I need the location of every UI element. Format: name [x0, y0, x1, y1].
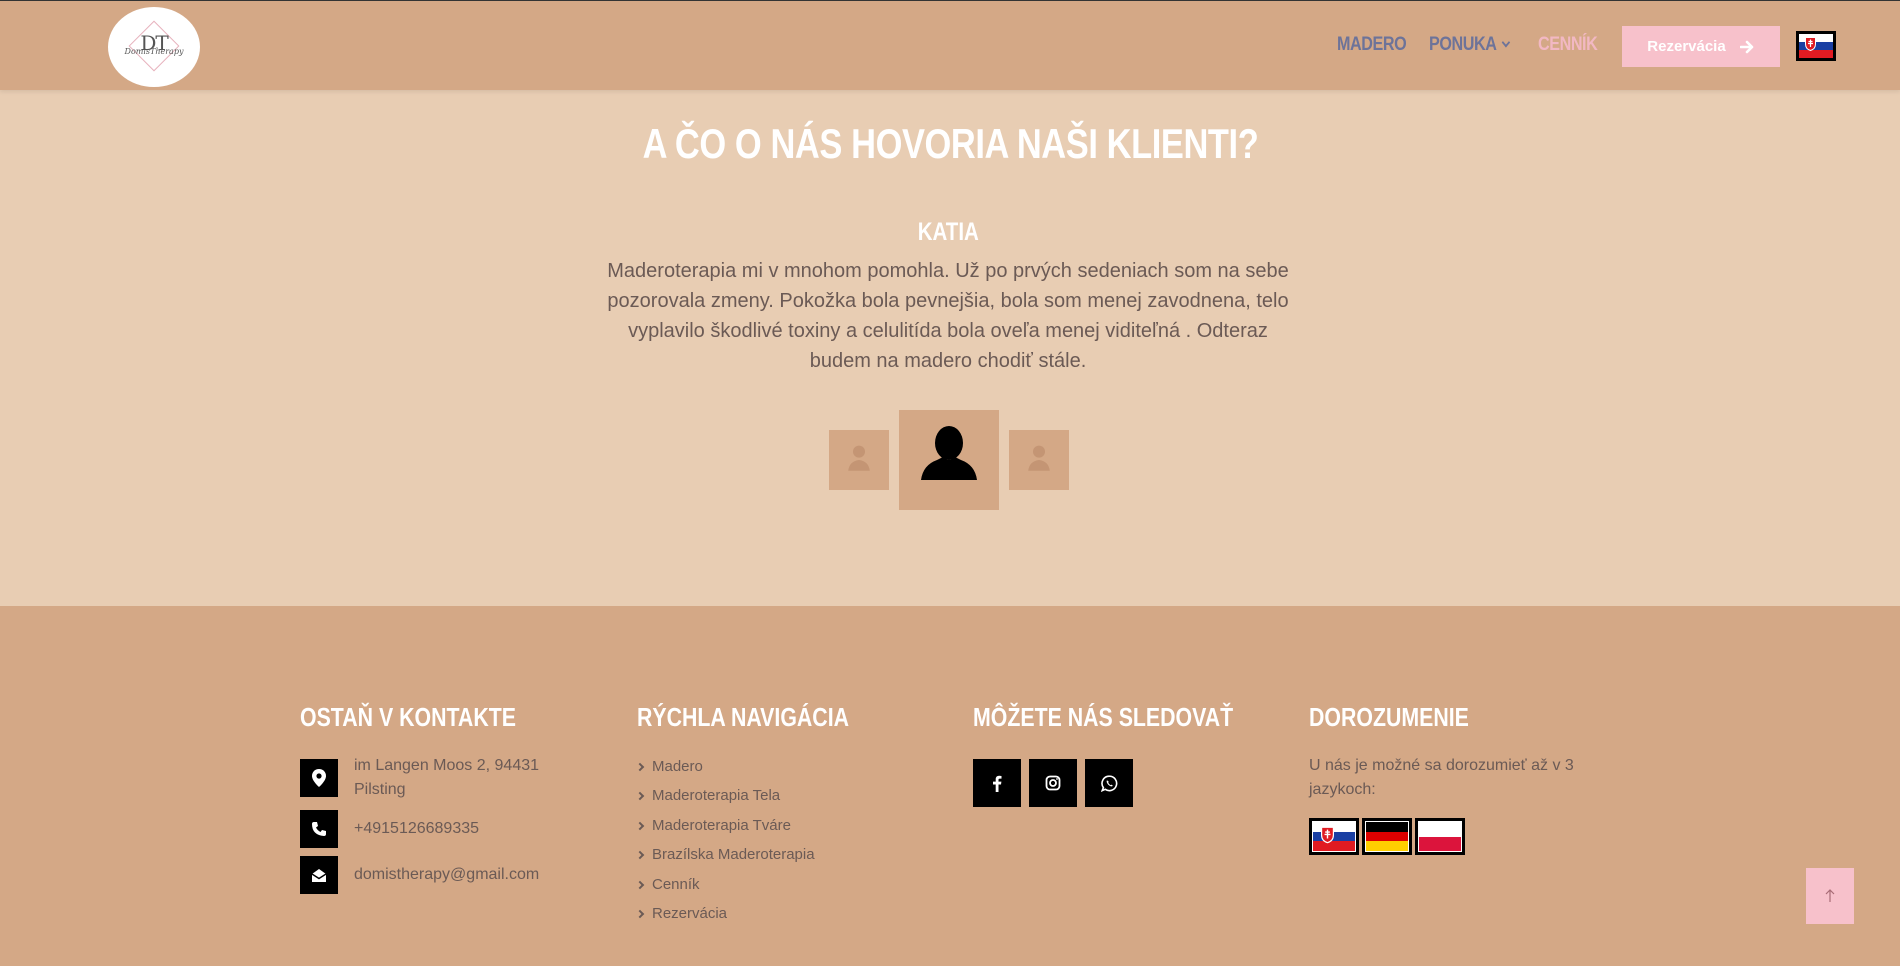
- coat-of-arms-icon: [1321, 826, 1334, 844]
- languages-text: U nás je možné sa dorozumieť až v 3 jazy…: [1309, 757, 1574, 798]
- reservation-button-label: Rezervácia: [1647, 38, 1726, 55]
- nav-item-cennik[interactable]: CENNÍK: [1538, 34, 1598, 56]
- phone-icon[interactable]: [300, 810, 338, 848]
- slovak-flag-icon[interactable]: [1796, 31, 1836, 61]
- testimonial-avatar-active[interactable]: [899, 410, 999, 510]
- testimonials-title: A ČO O NÁS HOVORIA NAŠI KLIENTI?: [642, 120, 1258, 167]
- footer-link-rezervacia[interactable]: Rezervácia: [635, 905, 727, 922]
- chevron-right-icon: [635, 821, 645, 831]
- testimonial-avatar-prev[interactable]: [829, 430, 889, 490]
- nav-item-madero[interactable]: MADERO: [1337, 34, 1407, 56]
- footer-link-cennik[interactable]: Cenník: [635, 876, 700, 893]
- footer-follow-heading: MÔŽETE NÁS SLEDOVAŤ: [973, 702, 1234, 732]
- nav-item-ponuka[interactable]: PONUKA: [1429, 34, 1511, 56]
- slovak-flag-icon[interactable]: [1309, 818, 1359, 855]
- chevron-right-icon: [635, 762, 645, 772]
- location-pin-icon: [300, 759, 338, 797]
- arrow-right-icon: [1739, 40, 1754, 53]
- contact-phone[interactable]: +4915126689335: [354, 817, 479, 841]
- scroll-to-top-button[interactable]: [1806, 868, 1854, 924]
- footer-link-maderoterapia-tela[interactable]: Maderoterapia Tela: [635, 787, 780, 804]
- nav-item-ponuka-label: PONUKA: [1429, 34, 1497, 55]
- logo-script-text: DomisTherapy: [124, 47, 184, 56]
- polish-flag-icon[interactable]: [1415, 818, 1465, 855]
- footer-link-madero[interactable]: Madero: [635, 758, 703, 775]
- contact-email[interactable]: domistherapy@gmail.com: [354, 863, 539, 887]
- envelope-open-icon[interactable]: [300, 856, 338, 894]
- chevron-right-icon: [635, 880, 645, 890]
- footer-contact-heading: OSTAŇ V KONTAKTE: [300, 702, 516, 732]
- chevron-right-icon: [635, 850, 645, 860]
- contact-address: im Langen Moos 2, 94431 Pilsting: [354, 757, 540, 798]
- chevron-down-icon: [1502, 37, 1511, 48]
- footer-languages-heading: DOROZUMENIE: [1309, 702, 1469, 732]
- instagram-icon[interactable]: [1029, 759, 1077, 807]
- arrow-up-icon: [1825, 889, 1835, 902]
- footer-link-brazilska-maderoterapia[interactable]: Brazílska Maderoterapia: [635, 846, 815, 863]
- facebook-icon[interactable]: [973, 759, 1021, 807]
- testimonial-author: KATIA: [917, 218, 979, 246]
- site-footer: OSTAŇ V KONTAKTE im Langen Moos 2, 94431…: [0, 606, 1900, 966]
- testimonial-avatar-next[interactable]: [1009, 430, 1069, 490]
- testimonial-text: Maderoterapia mi v mnohom pomohla. Už po…: [607, 260, 1289, 372]
- coat-of-arms-icon: [1805, 37, 1816, 51]
- chevron-right-icon: [635, 909, 645, 919]
- user-silhouette-icon: [1028, 445, 1050, 471]
- german-flag-icon[interactable]: [1362, 818, 1412, 855]
- whatsapp-icon[interactable]: [1085, 759, 1133, 807]
- site-header: DT DomisTherapy MADERO PONUKA CENNÍK Rez…: [0, 0, 1900, 90]
- user-silhouette-icon: [848, 445, 870, 471]
- site-logo[interactable]: DT DomisTherapy: [108, 7, 200, 87]
- reservation-button[interactable]: Rezervácia: [1622, 26, 1780, 67]
- footer-nav-heading: RÝCHLA NAVIGÁCIA: [637, 702, 850, 732]
- chevron-right-icon: [635, 791, 645, 801]
- user-silhouette-icon: [921, 426, 977, 480]
- footer-link-maderoterapia-tvare[interactable]: Maderoterapia Tváre: [635, 817, 791, 834]
